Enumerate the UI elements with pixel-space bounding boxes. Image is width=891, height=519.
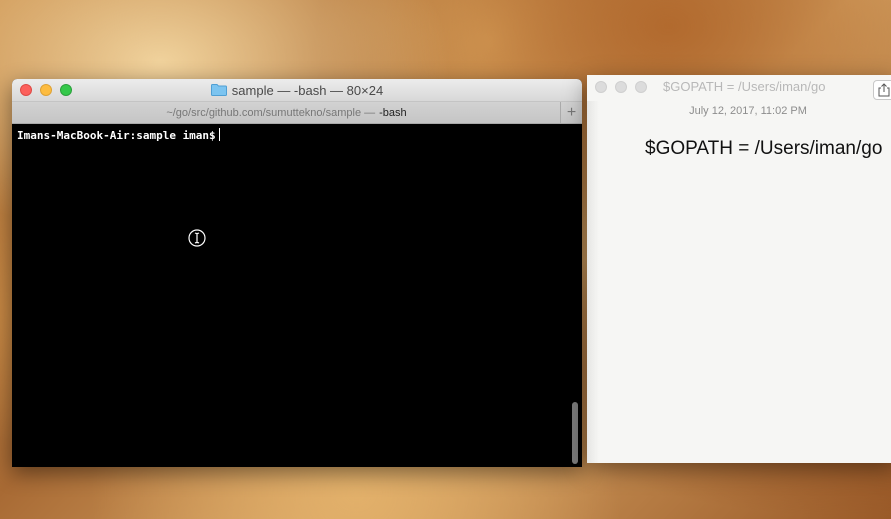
tab-process: -bash [379, 106, 407, 119]
notes-close-button[interactable] [595, 81, 607, 93]
notes-title: $GOPATH = /Users/iman/go [663, 79, 826, 94]
notes-minimize-button[interactable] [615, 81, 627, 93]
folder-icon [210, 84, 227, 96]
terminal-title: sample — -bash — 80×24 [12, 79, 582, 101]
share-icon [878, 83, 890, 97]
terminal-tab[interactable]: ~/go/src/github.com/sumuttekno/sample — … [12, 102, 561, 123]
note-heading[interactable]: $GOPATH = /Users/iman/go [645, 138, 882, 160]
terminal-scrollbar[interactable] [572, 402, 578, 464]
new-tab-button[interactable]: + [560, 102, 582, 123]
terminal-window[interactable]: sample — -bash — 80×24 ~/go/src/github.c… [12, 79, 582, 467]
terminal-title-text: sample — -bash — 80×24 [231, 82, 384, 98]
prompt-line: Imans-MacBook-Air:sample iman$ [17, 128, 220, 142]
terminal-titlebar[interactable]: sample — -bash — 80×24 [12, 79, 582, 102]
text-cursor [218, 128, 220, 141]
tab-path: ~/go/src/github.com/sumuttekno/sample — [166, 106, 376, 119]
notes-window[interactable]: $GOPATH = /Users/iman/go July 12, 2017, … [587, 75, 891, 463]
notes-page-edge [587, 101, 599, 463]
note-date: July 12, 2017, 11:02 PM [689, 105, 807, 117]
terminal-content[interactable]: Imans-MacBook-Air:sample iman$ [12, 124, 582, 467]
terminal-tabbar: ~/go/src/github.com/sumuttekno/sample — … [12, 102, 582, 124]
shell-prompt: Imans-MacBook-Air:sample iman$ [17, 129, 216, 142]
desktop-wallpaper: sample — -bash — 80×24 ~/go/src/github.c… [0, 0, 891, 519]
notes-titlebar[interactable]: $GOPATH = /Users/iman/go [587, 75, 891, 101]
plus-icon: + [566, 103, 577, 121]
mouse-pointer-icon [188, 229, 206, 247]
share-button[interactable] [873, 80, 891, 100]
notes-maximize-button[interactable] [635, 81, 647, 93]
